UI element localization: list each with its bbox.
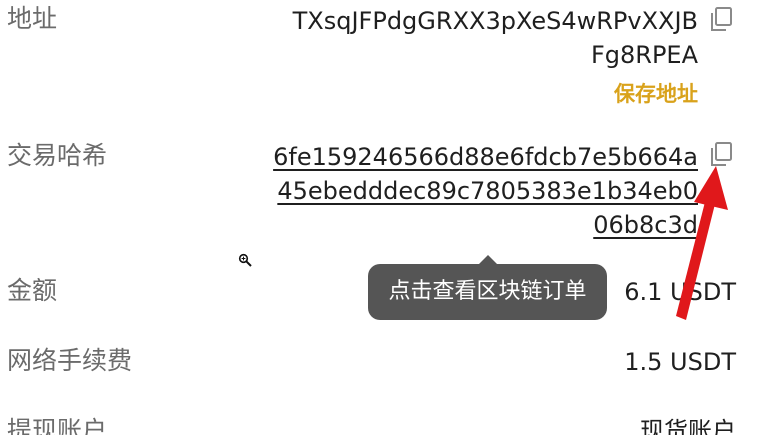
tx-hash-line-1: 6fe159246566d88e6fdcb7e5b664a — [273, 143, 698, 171]
address-line-1: TXsqJFPdgGRXX3pXeS4wRPvXXJB — [292, 7, 698, 35]
tx-hash-line-2: 45ebedddec89c7805383e1b34eb0 — [277, 177, 698, 205]
amount-value: 6.1 USDT — [624, 278, 736, 306]
address-line-2: Fg8RPEA — [590, 41, 698, 69]
tx-hash-link[interactable]: 6fe159246566d88e6fdcb7e5b664a 45ebedddec… — [273, 140, 698, 242]
network-fee-value: 1.5 USDT — [624, 348, 736, 376]
tx-hash-label: 交易哈希 — [7, 141, 108, 170]
view-blockchain-order-tooltip: 点击查看区块链订单 — [368, 255, 607, 320]
withdraw-account-value: 现货账户 — [640, 417, 736, 435]
tx-hash-copy-icon[interactable] — [707, 140, 735, 168]
amount-label: 金额 — [7, 276, 58, 305]
withdraw-account-label: 提现账户 — [7, 416, 108, 435]
zoom-cursor-icon — [238, 253, 252, 267]
tx-hash-line-3: 06b8c3d — [593, 211, 698, 239]
transaction-detail-screen: 地址 TXsqJFPdgGRXX3pXeS4wRPvXXJB Fg8RPEA 保… — [0, 0, 768, 435]
address-label: 地址 — [7, 4, 58, 33]
save-address-link[interactable]: 保存地址 — [614, 79, 698, 109]
address-value: TXsqJFPdgGRXX3pXeS4wRPvXXJB Fg8RPEA — [293, 4, 698, 72]
address-copy-icon[interactable] — [707, 5, 735, 33]
network-fee-label: 网络手续费 — [7, 346, 133, 375]
